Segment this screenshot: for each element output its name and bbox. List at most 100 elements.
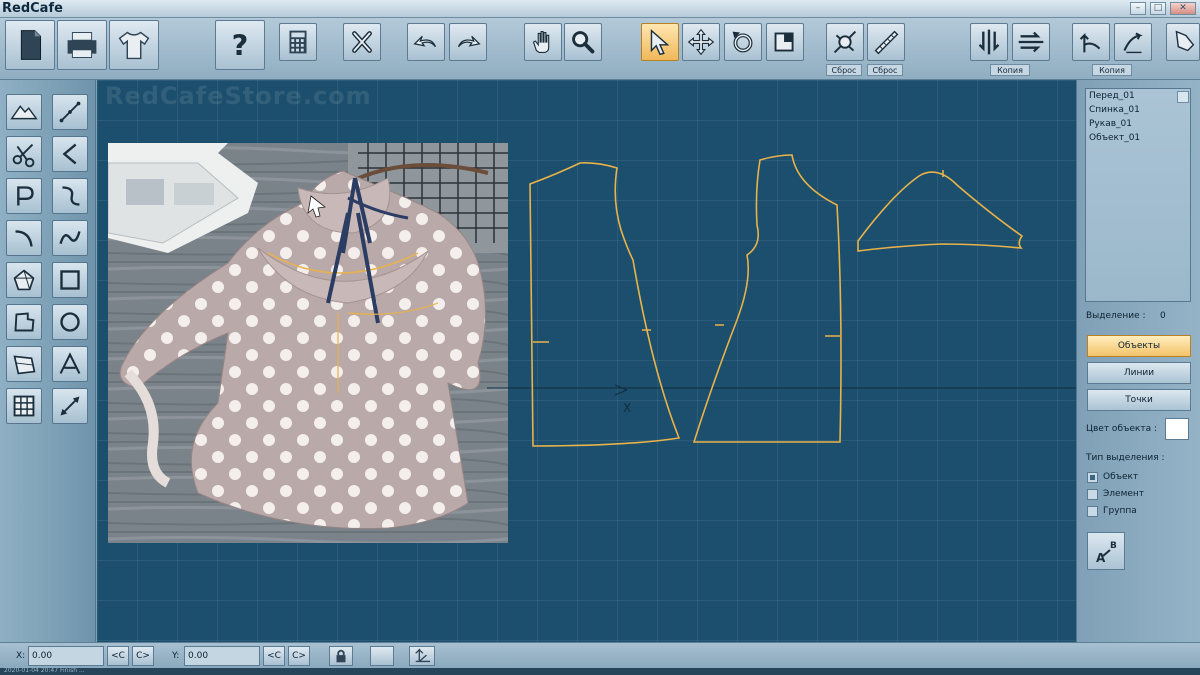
move-button[interactable] (682, 23, 720, 61)
freeform-tool-button[interactable] (6, 304, 42, 340)
measure-line-tool-button[interactable] (52, 388, 88, 424)
rotate-button[interactable] (724, 23, 762, 61)
x-coordinate-field[interactable]: 0.00 (28, 646, 104, 666)
minimize-button[interactable]: – (1130, 2, 1146, 15)
shirt-icon (118, 31, 150, 60)
cut-tool-button[interactable] (6, 136, 42, 172)
dart-tool-button[interactable] (52, 346, 88, 382)
printer-icon (67, 32, 97, 58)
calculator-button[interactable] (279, 23, 317, 61)
selection-label: Выделение : (1086, 311, 1146, 321)
circle-tool-button[interactable] (52, 304, 88, 340)
target-icon (833, 30, 857, 54)
redo-icon (457, 35, 481, 48)
objects-mode-button[interactable]: Объекты (1087, 335, 1191, 357)
x-next-button[interactable]: C> (132, 646, 154, 666)
title-bar: RedCafe – □ ✕ (0, 0, 1200, 18)
delete-button[interactable] (343, 23, 381, 61)
main-toolbar: ? Сброс Сброс Копия Копия (0, 18, 1200, 80)
pattern-pieces-layer[interactable]: X (97, 80, 1076, 642)
hand-pan-icon (532, 31, 550, 53)
mirror-horizontal-button[interactable] (1012, 23, 1050, 61)
pattern-piece-back (692, 154, 842, 443)
pan-button[interactable] (524, 23, 562, 61)
x-coordinate-label: X: (16, 651, 26, 661)
measure-button[interactable] (867, 23, 905, 61)
arc-tool-button[interactable] (6, 220, 42, 256)
y-coordinate-field[interactable]: 0.00 (184, 646, 260, 666)
selection-type-object-label: Объект (1103, 472, 1139, 482)
piece-icon (1175, 30, 1195, 52)
select-arrow-icon (650, 29, 670, 56)
copy-label-2: Копия (1092, 64, 1132, 76)
curve-tool-button[interactable] (52, 178, 88, 214)
ruler-icon (874, 30, 899, 55)
move-icon (687, 28, 715, 56)
copy-right-button[interactable] (1114, 23, 1152, 61)
delete-icon (352, 31, 372, 53)
help-button[interactable]: ? (215, 20, 265, 70)
mirror-horizontal-icon (1018, 31, 1044, 53)
object-color-swatch[interactable] (1165, 418, 1189, 440)
undo-button[interactable] (407, 23, 445, 61)
angle-icon (62, 143, 77, 165)
selection-type-element-checkbox[interactable] (1087, 489, 1098, 500)
mountain-icon (10, 105, 38, 120)
selection-type-group-label: Группа (1103, 506, 1137, 516)
status-blank-button[interactable] (370, 646, 394, 666)
object-list-item[interactable]: Рукав_01 (1086, 117, 1190, 131)
reset-point-button[interactable] (826, 23, 864, 61)
object-list-item[interactable]: Перед_01 (1086, 89, 1190, 103)
object-list-item[interactable]: Объект_01 (1086, 131, 1190, 145)
y-prev-button[interactable]: <C (263, 646, 285, 666)
pattern-piece-sleeve (857, 171, 1024, 252)
points-mode-button[interactable]: Точки (1087, 389, 1191, 411)
drawing-canvas[interactable]: RedCafeStore.com X (97, 80, 1076, 642)
redo-button[interactable] (449, 23, 487, 61)
piece-button[interactable] (1166, 23, 1200, 61)
grid-tool-button[interactable] (6, 388, 42, 424)
mountain-tool-button[interactable] (6, 94, 42, 130)
lock-button[interactable] (329, 646, 353, 666)
angle-tool-button[interactable] (52, 136, 88, 172)
s-curve-icon (62, 186, 80, 206)
point-tool-button[interactable] (6, 178, 42, 214)
svg-text:A: A (1096, 551, 1106, 565)
selection-type-group-checkbox[interactable] (1087, 506, 1098, 517)
garment-button[interactable] (109, 20, 159, 70)
text-ab-icon: AB (1096, 541, 1117, 565)
y-next-button[interactable]: C> (288, 646, 310, 666)
maximize-button[interactable]: □ (1150, 2, 1166, 15)
text-label-button[interactable]: AB (1087, 532, 1125, 570)
close-button[interactable]: ✕ (1170, 2, 1196, 15)
zoom-button[interactable] (564, 23, 602, 61)
lines-mode-button[interactable]: Линии (1087, 362, 1191, 384)
sleeve-tool-button[interactable] (6, 346, 42, 382)
circle-icon (60, 312, 80, 332)
double-arrow-icon (60, 396, 80, 416)
copy-left-button[interactable] (1072, 23, 1110, 61)
rectangle-tool-button[interactable] (52, 262, 88, 298)
status-bar: X: 0.00 <C C> Y: 0.00 <C C> (0, 642, 1200, 668)
mirror-vertical-button[interactable] (970, 23, 1008, 61)
line-tool-button[interactable] (52, 94, 88, 130)
align-button[interactable] (409, 646, 435, 666)
x-prev-button[interactable]: <C (107, 646, 129, 666)
select-button[interactable] (641, 23, 679, 61)
pattern-piece-front (529, 162, 681, 447)
selection-type-object-checkbox[interactable] (1087, 472, 1098, 483)
spline-icon (59, 231, 81, 245)
print-button[interactable] (57, 20, 107, 70)
list-scrollbar[interactable] (1177, 91, 1189, 103)
app-title: RedCafe (2, 1, 63, 16)
new-file-button[interactable] (5, 20, 55, 70)
zoom-icon (572, 31, 595, 54)
mirror-vertical-icon (978, 29, 1000, 55)
spline-tool-button[interactable] (52, 220, 88, 256)
line-points-icon (59, 101, 81, 123)
sleeve-shape-icon (13, 355, 36, 375)
object-list[interactable]: Перед_01 Спинка_01 Рукав_01 Объект_01 (1085, 88, 1191, 302)
resize-button[interactable] (766, 23, 804, 61)
object-list-item[interactable]: Спинка_01 (1086, 103, 1190, 117)
polygon-tool-button[interactable] (6, 262, 42, 298)
